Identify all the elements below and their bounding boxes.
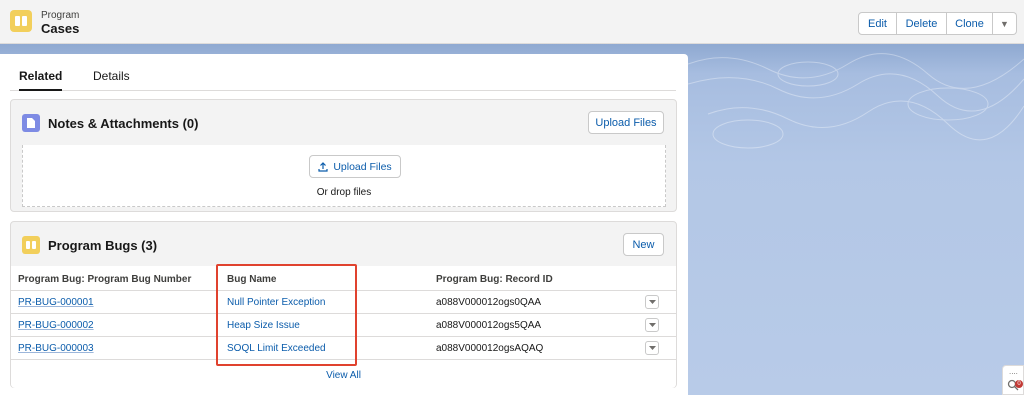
notes-attachments-card: Notes & Attachments (0) Upload Files Upl… bbox=[10, 99, 677, 212]
row-actions-button[interactable] bbox=[645, 295, 659, 309]
utility-dots: .... bbox=[1009, 367, 1018, 376]
utility-bar[interactable]: .... 0 bbox=[1002, 365, 1024, 395]
object-type-label: Program bbox=[41, 10, 80, 21]
tab-details[interactable]: Details bbox=[93, 69, 130, 83]
chevron-down-icon bbox=[648, 322, 656, 327]
dropzone-upload-button[interactable]: Upload Files bbox=[309, 155, 401, 178]
record-title: Cases bbox=[41, 21, 80, 36]
record-id-value: a088V000012ogs5QAA bbox=[436, 320, 542, 331]
delete-button[interactable]: Delete bbox=[897, 12, 947, 35]
book-icon bbox=[10, 10, 32, 32]
notification-badge: 0 bbox=[1015, 380, 1023, 388]
record-id-value: a088V000012ogsAQAQ bbox=[436, 343, 544, 354]
bug-name-column-highlight bbox=[216, 264, 357, 366]
upload-icon bbox=[318, 161, 328, 172]
clone-button[interactable]: Clone bbox=[947, 12, 993, 35]
file-icon bbox=[22, 114, 40, 132]
bug-number-link[interactable]: PR-BUG-000002 bbox=[18, 320, 94, 331]
record-id-value: a088V000012ogs0QAA bbox=[436, 297, 542, 308]
record-header: Program Cases Edit Delete Clone ▼ bbox=[0, 0, 1024, 44]
chevron-down-icon: ▼ bbox=[1000, 18, 1009, 29]
upload-files-button[interactable]: Upload Files bbox=[588, 111, 664, 134]
file-dropzone[interactable]: Upload Files Or drop files bbox=[22, 145, 666, 207]
row-actions-button[interactable] bbox=[645, 318, 659, 332]
more-actions-button[interactable]: ▼ bbox=[993, 12, 1017, 35]
background-contour-pattern bbox=[688, 53, 1024, 149]
new-button[interactable]: New bbox=[623, 233, 664, 256]
edit-button[interactable]: Edit bbox=[858, 12, 897, 35]
record-actions: Edit Delete Clone ▼ bbox=[858, 12, 1017, 35]
view-all-link[interactable]: View All bbox=[11, 370, 676, 381]
chevron-down-icon bbox=[648, 345, 656, 350]
dropzone-upload-label: Upload Files bbox=[333, 160, 392, 173]
chevron-down-icon bbox=[648, 299, 656, 304]
tab-bar: Related Details bbox=[10, 54, 676, 91]
bugs-card-title: Program Bugs (3) bbox=[48, 238, 158, 253]
tab-related[interactable]: Related bbox=[19, 69, 63, 91]
book-icon bbox=[22, 236, 40, 254]
column-header-number[interactable]: Program Bug: Program Bug Number bbox=[18, 274, 191, 285]
bug-number-link[interactable]: PR-BUG-000001 bbox=[18, 297, 94, 308]
drop-files-text: Or drop files bbox=[316, 187, 372, 198]
notes-card-title: Notes & Attachments (0) bbox=[48, 116, 199, 131]
row-actions-button[interactable] bbox=[645, 341, 659, 355]
column-header-record-id[interactable]: Program Bug: Record ID bbox=[436, 274, 553, 285]
bug-number-link[interactable]: PR-BUG-000003 bbox=[18, 343, 94, 354]
